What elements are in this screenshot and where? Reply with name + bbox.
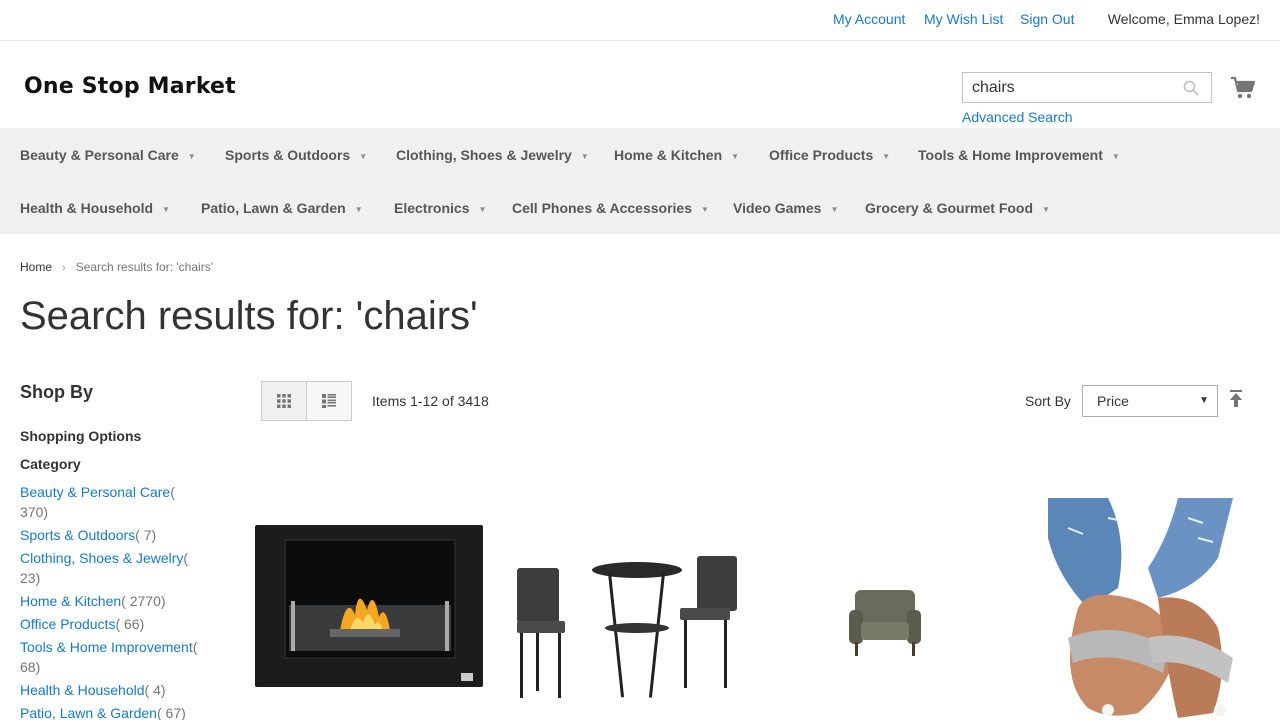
chevron-down-icon: ▼ (1042, 204, 1050, 214)
welcome-message: Welcome, Emma Lopez! (1107, 11, 1260, 27)
nav-electronics[interactable]: Electronics ▼ (394, 200, 486, 216)
nav-home-kitchen[interactable]: Home & Kitchen ▼ (614, 147, 739, 163)
list-item: Beauty & Personal Care( 370) (20, 482, 200, 522)
chevron-down-icon: ▼ (1199, 395, 1209, 406)
category-link[interactable]: Clothing, Shoes & Jewelry (20, 550, 183, 566)
site-logo[interactable]: One Stop Market (24, 74, 236, 99)
nav-health-household[interactable]: Health & Household ▼ (20, 200, 170, 216)
list-item: Patio, Lawn & Garden( 67) (20, 703, 200, 720)
list-item: Clothing, Shoes & Jewelry( 23) (20, 548, 200, 588)
nav-sports-outdoors[interactable]: Sports & Outdoors ▼ (225, 147, 367, 163)
main-navigation: Beauty & Personal Care ▼ Sports & Outdoor… (0, 128, 1280, 234)
product-image-bar-table-set[interactable] (512, 553, 742, 703)
top-bar: My Account My Wish List Sign Out Welcome… (0, 0, 1280, 41)
chevron-down-icon: ▼ (359, 151, 368, 161)
nav-beauty-personal-care[interactable]: Beauty & Personal Care ▼ (20, 147, 196, 163)
category-count: ( 66) (115, 616, 145, 632)
list-item: Sports & Outdoors( 7) (20, 525, 200, 545)
nav-video-games[interactable]: Video Games ▼ (733, 200, 838, 216)
chevron-down-icon: ▼ (1111, 151, 1120, 161)
category-count: ( 4) (144, 682, 166, 698)
chevron-down-icon: ▼ (882, 151, 891, 161)
nav-office-products[interactable]: Office Products ▼ (769, 147, 890, 163)
shopping-options-heading: Shopping Options (20, 428, 142, 444)
sign-out-link[interactable]: Sign Out (1020, 11, 1074, 27)
chevron-down-icon: ▼ (731, 151, 740, 161)
search-box (962, 72, 1212, 103)
page-title: Search results for: 'chairs' (20, 294, 478, 338)
nav-clothing-shoes-jewelry[interactable]: Clothing, Shoes & Jewelry ▼ (396, 147, 589, 163)
list-item: Office Products( 66) (20, 614, 200, 634)
breadcrumb-current: Search results for: 'chairs' (75, 260, 213, 274)
product-image-armchair[interactable] (847, 588, 923, 660)
category-count: ( 2770) (121, 593, 166, 609)
nav-tools-home-improvement[interactable]: Tools & Home Improvement ▼ (918, 147, 1120, 163)
shop-by-heading: Shop By (20, 382, 94, 402)
category-count: ( 7) (135, 527, 157, 543)
sort-by-value: Price (1097, 393, 1129, 409)
category-link[interactable]: Tools & Home Improvement (20, 639, 193, 655)
product-image-fireplace[interactable] (255, 525, 485, 690)
chevron-down-icon: ▼ (354, 204, 363, 214)
list-item: Tools & Home Improvement( 68) (20, 637, 200, 677)
grid-icon (277, 394, 291, 408)
product-image-sandals[interactable] (1048, 498, 1240, 720)
category-list: Beauty & Personal Care( 370) Sports & Ou… (20, 482, 200, 720)
breadcrumb-home[interactable]: Home (20, 260, 52, 274)
chevron-down-icon: ▼ (478, 204, 487, 214)
chevron-down-icon: ▼ (701, 204, 709, 214)
nav-grocery-gourmet-food[interactable]: Grocery & Gourmet Food ▼ (865, 200, 1050, 216)
list-item: Home & Kitchen( 2770) (20, 591, 200, 611)
grid-view-button[interactable] (261, 381, 307, 421)
sort-by-select[interactable]: Price ▼ (1082, 385, 1218, 417)
list-view-button[interactable] (306, 381, 352, 421)
category-link[interactable]: Patio, Lawn & Garden (20, 705, 157, 720)
cart-icon[interactable] (1230, 76, 1256, 100)
my-account-link[interactable]: My Account (833, 11, 905, 27)
category-link[interactable]: Home & Kitchen (20, 593, 121, 609)
search-icon[interactable] (1183, 80, 1199, 96)
category-link[interactable]: Sports & Outdoors (20, 527, 135, 543)
chevron-down-icon: ▼ (830, 204, 839, 214)
category-filter-title[interactable]: Category (20, 456, 81, 472)
sort-by-label: Sort By (1025, 393, 1071, 409)
category-link[interactable]: Office Products (20, 616, 115, 632)
search-input[interactable] (963, 73, 1173, 102)
category-link[interactable]: Beauty & Personal Care (20, 484, 170, 500)
advanced-search-link[interactable]: Advanced Search (962, 109, 1073, 125)
category-link[interactable]: Health & Household (20, 682, 145, 698)
nav-cell-phones-accessories[interactable]: Cell Phones & Accessories ▼ (512, 200, 709, 216)
sort-direction-icon[interactable] (1228, 390, 1244, 408)
nav-patio-lawn-garden[interactable]: Patio, Lawn & Garden ▼ (201, 200, 363, 216)
chevron-down-icon: ▼ (187, 151, 196, 161)
list-icon (322, 394, 336, 408)
chevron-right-icon: › (62, 262, 66, 274)
chevron-down-icon: ▼ (162, 204, 170, 214)
toolbar-amount: Items 1-12 of 3418 (372, 393, 489, 409)
wish-list-link[interactable]: My Wish List (924, 11, 1003, 27)
breadcrumb: Home › Search results for: 'chairs' (20, 260, 213, 274)
list-item: Health & Household( 4) (20, 680, 200, 700)
category-count: ( 67) (156, 705, 186, 720)
chevron-down-icon: ▼ (580, 151, 589, 161)
